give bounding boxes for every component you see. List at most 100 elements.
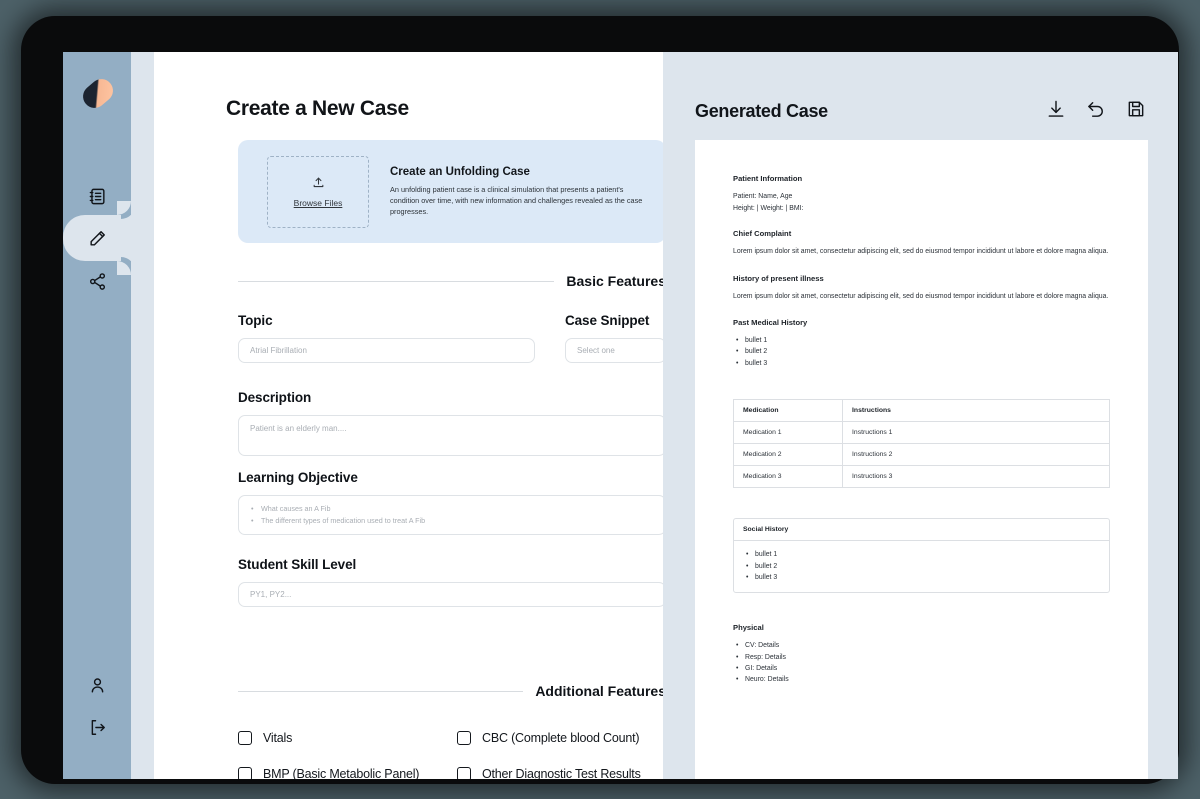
section-header-basic-features: Basic Features xyxy=(238,273,663,289)
sidebar-item-edit[interactable] xyxy=(63,201,131,275)
field-topic: Topic Atrial Fibrillation xyxy=(238,313,535,363)
social-history-card: Social History bullet 1 bullet 2 bullet … xyxy=(733,518,1110,594)
field-case-snippet: Case Snippet Select one xyxy=(565,313,663,363)
field-student-skill-level: Student Skill Level PY1, PY2... xyxy=(238,557,663,607)
checkbox-box[interactable] xyxy=(457,731,471,745)
checkbox-label: Other Diagnostic Test Results xyxy=(482,767,641,779)
learning-objective-placeholder-list: What causes an A Fib The different types… xyxy=(250,503,425,526)
share-icon xyxy=(88,272,107,291)
list-item: GI: Details xyxy=(733,663,1110,675)
divider-line xyxy=(238,690,524,692)
list-item: bullet 1 xyxy=(733,335,1110,347)
doc-body-history-present-illness: Lorem ipsum dolor sit amet, consectetur … xyxy=(733,292,1109,300)
unfolding-case-heading: Create an Unfolding Case xyxy=(390,165,530,178)
list-item: bullet 1 xyxy=(743,549,1100,561)
list-item: The different types of medication used t… xyxy=(250,515,425,527)
notebook-icon xyxy=(88,187,107,206)
list-item: Neuro: Details xyxy=(733,674,1110,686)
logout-icon xyxy=(88,718,107,737)
list-item: bullet 2 xyxy=(733,346,1110,358)
generated-case-actions xyxy=(1046,99,1146,124)
generated-case-header: Generated Case xyxy=(695,97,1146,125)
cell-instructions: Instructions 2 xyxy=(842,443,1110,467)
checkbox-box[interactable] xyxy=(238,731,252,745)
cell-medication: Medication 2 xyxy=(732,443,844,467)
document-content: Patient Information Patient: Name, Age H… xyxy=(695,140,1148,686)
sidebar-item-logout[interactable] xyxy=(63,704,131,750)
divider-line xyxy=(238,280,555,282)
doc-patient-line: Patient: Name, Age xyxy=(733,193,793,200)
topic-input[interactable]: Atrial Fibrillation xyxy=(238,338,535,363)
checkbox-label: BMP (Basic Metabolic Panel) xyxy=(263,767,420,779)
social-history-body: bullet 1 bullet 2 bullet 3 xyxy=(734,541,1109,592)
cell-instructions: Instructions 1 xyxy=(842,421,1110,445)
doc-heading-patient-information: Patient Information xyxy=(733,174,803,183)
table-row: Medication 2 Instructions 2 xyxy=(732,443,1110,467)
generated-case-panel: Generated Case Patient Information Patie… xyxy=(663,52,1178,779)
field-description: Description Patient is an elderly man...… xyxy=(238,390,663,456)
doc-body-chief-complaint: Lorem ipsum dolor sit amet, consectetur … xyxy=(733,248,1109,256)
checkbox-label: CBC (Complete blood Count) xyxy=(482,731,640,745)
generated-case-document[interactable]: Patient Information Patient: Name, Age H… xyxy=(695,140,1148,779)
generated-case-title: Generated Case xyxy=(695,100,828,121)
doc-heading-history-present-illness: History of present illness xyxy=(733,273,824,283)
doc-heading-past-medical-history: Past Medical History xyxy=(733,317,808,327)
page-title: Create a New Case xyxy=(226,97,409,120)
label-case-snippet: Case Snippet xyxy=(565,313,650,328)
table-row: Medication 3 Instructions 3 xyxy=(732,465,1110,489)
doc-heading-physical: Physical xyxy=(733,623,764,633)
label-topic: Topic xyxy=(238,313,273,328)
checkbox-cbc[interactable]: CBC (Complete blood Count) xyxy=(457,731,663,745)
field-learning-objective: Learning Objective What causes an A Fib … xyxy=(238,470,663,535)
column-header-instructions: Instructions xyxy=(842,399,1110,423)
sidebar-item-share[interactable] xyxy=(63,258,131,304)
undo-icon[interactable] xyxy=(1086,99,1106,124)
list-item: What causes an A Fib xyxy=(250,503,425,515)
doc-vitals-line: Height: | Weight: | BMI: xyxy=(733,205,804,213)
learning-objective-textarea[interactable]: What causes an A Fib The different types… xyxy=(238,495,663,535)
unfolding-case-text: Create an Unfolding Case An unfolding pa… xyxy=(390,166,646,218)
tablet-device-frame: Create a New Case Browse Files Create an… xyxy=(21,16,1179,784)
medication-table: Medication Instructions Medication 1 Ins… xyxy=(732,399,1110,489)
download-icon[interactable] xyxy=(1046,99,1066,124)
checkbox-label: Vitals xyxy=(263,731,293,745)
doc-heading-chief-complaint: Chief Complaint xyxy=(733,229,792,239)
create-case-panel: Create a New Case Browse Files Create an… xyxy=(154,52,663,779)
list-item: bullet 3 xyxy=(743,572,1100,584)
checkbox-other-diagnostic[interactable]: Other Diagnostic Test Results xyxy=(457,767,663,779)
cell-instructions: Instructions 3 xyxy=(842,465,1110,489)
form-scroll-area: Browse Files Create an Unfolding Case An… xyxy=(154,136,663,779)
list-item: bullet 2 xyxy=(743,561,1100,573)
save-icon[interactable] xyxy=(1126,99,1146,124)
capsule-logo[interactable] xyxy=(78,74,118,113)
app-screen: Create a New Case Browse Files Create an… xyxy=(63,52,1178,779)
section-header-additional-features: Additional Features xyxy=(238,683,663,699)
description-textarea[interactable]: Patient is an elderly man.... xyxy=(238,415,663,456)
label-student-skill-level: Student Skill Level xyxy=(238,557,357,572)
student-skill-level-input[interactable]: PY1, PY2... xyxy=(238,582,663,607)
column-header-medication: Medication xyxy=(732,399,844,423)
unfolding-case-description: An unfolding patient case is a clinical … xyxy=(390,184,643,217)
doc-list-past-medical-history: bullet 1 bullet 2 bullet 3 xyxy=(733,335,1110,370)
checkbox-vitals[interactable]: Vitals xyxy=(238,731,447,745)
sidebar-accent-strip xyxy=(131,52,154,779)
upload-icon xyxy=(312,176,325,194)
pencil-icon xyxy=(88,229,107,248)
list-item: CV: Details xyxy=(733,640,1110,652)
checkbox-box[interactable] xyxy=(238,767,252,779)
table-header-row: Medication Instructions xyxy=(732,399,1110,423)
table-row: Medication 1 Instructions 1 xyxy=(732,421,1110,445)
doc-list-social-history: bullet 1 bullet 2 bullet 3 xyxy=(743,549,1100,584)
case-snippet-select[interactable]: Select one xyxy=(565,338,663,363)
sidebar xyxy=(63,52,131,779)
checkbox-bmp[interactable]: BMP (Basic Metabolic Panel) xyxy=(238,767,447,779)
cell-medication: Medication 1 xyxy=(732,421,844,445)
unfolding-case-card: Browse Files Create an Unfolding Case An… xyxy=(238,140,663,243)
file-dropzone[interactable]: Browse Files xyxy=(267,155,369,228)
label-description: Description xyxy=(238,390,312,405)
additional-features-checkboxes: Vitals CBC (Complete blood Count) BMP (B… xyxy=(238,731,663,779)
browse-files-label: Browse Files xyxy=(293,197,343,208)
checkbox-box[interactable] xyxy=(457,767,471,779)
sidebar-item-account[interactable] xyxy=(63,662,131,708)
label-learning-objective: Learning Objective xyxy=(238,470,358,485)
